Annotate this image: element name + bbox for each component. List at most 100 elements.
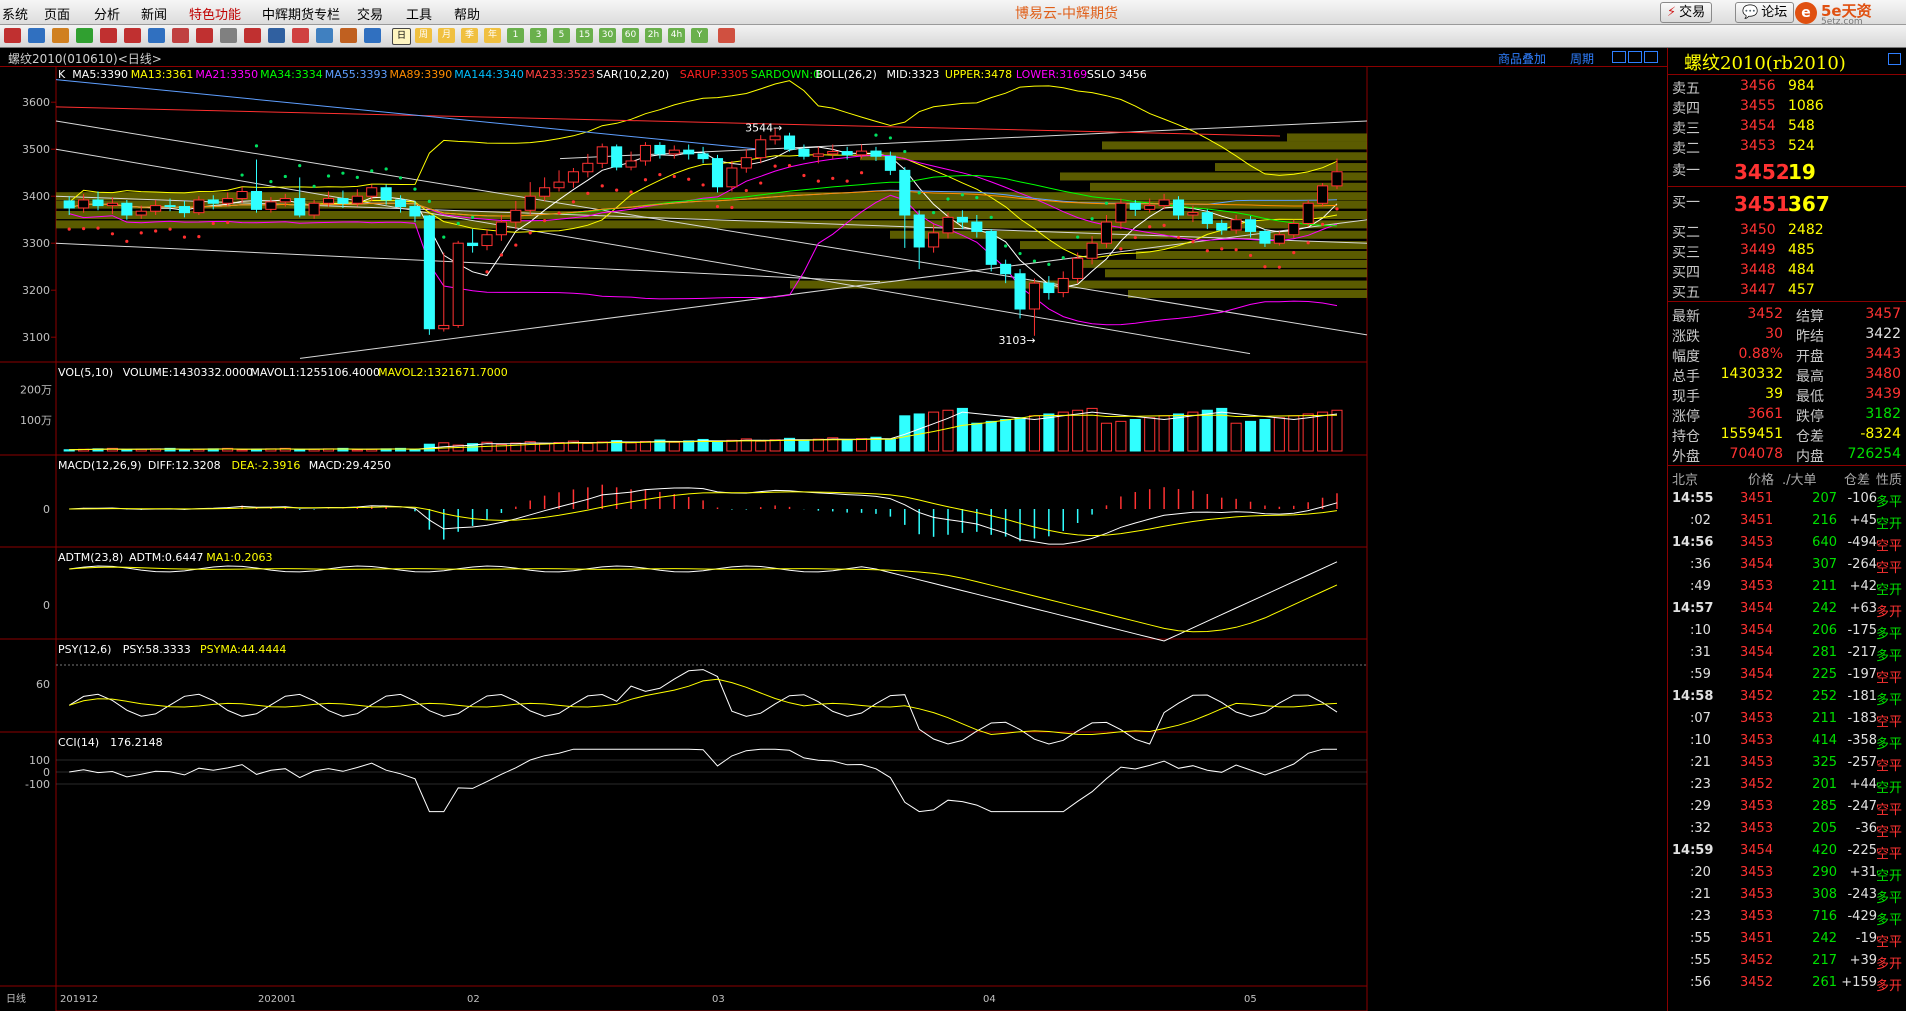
sar-dot	[557, 211, 561, 215]
sar-dot	[1205, 249, 1209, 253]
period-button-5[interactable]: 1	[507, 28, 524, 43]
period-button-13[interactable]: Y	[691, 28, 708, 43]
volume-bar	[812, 438, 824, 452]
period-button-11[interactable]: 2h	[645, 28, 662, 43]
tool-icon-3[interactable]	[52, 28, 69, 43]
stat-value: 1559451	[1720, 426, 1783, 442]
sar-dot	[197, 235, 201, 239]
menu-news[interactable]: 新闻	[141, 4, 167, 23]
period-link[interactable]: 周期	[1570, 50, 1594, 67]
period-button-12[interactable]: 4h	[668, 28, 685, 43]
psy-tick-label: 60	[36, 678, 50, 691]
indicator-label: 176.2148	[110, 736, 163, 749]
sar-dot	[1076, 235, 1080, 239]
sar-dot	[413, 187, 417, 191]
tool-icon-8[interactable]	[172, 28, 189, 43]
tool-icon-11[interactable]	[244, 28, 261, 43]
menu-help[interactable]: 帮助	[454, 4, 480, 23]
tool-icon-15[interactable]	[340, 28, 357, 43]
maximize-icon[interactable]	[1644, 51, 1658, 63]
volume-bar	[1000, 419, 1012, 452]
tool-icon-9[interactable]	[196, 28, 213, 43]
candle-body	[524, 195, 536, 211]
sar-dot	[398, 176, 403, 180]
menu-tools[interactable]: 工具	[406, 4, 432, 23]
tick-p: 3452	[1740, 953, 1774, 968]
overlay-link[interactable]: 商品叠加	[1498, 50, 1546, 67]
ask1-price: 3452	[1734, 160, 1790, 184]
period-button-9[interactable]: 30	[599, 28, 616, 43]
period-button-8[interactable]: 15	[576, 28, 593, 43]
indicator-label: MA55:3393	[325, 68, 388, 81]
tick-v: 217	[1812, 953, 1837, 968]
sar-dot	[859, 171, 864, 175]
period-button-0[interactable]: 日	[392, 28, 411, 45]
sar-dot	[989, 215, 993, 219]
menu-trade[interactable]: 交易	[357, 4, 383, 23]
sar-dot	[355, 175, 359, 179]
menu-features[interactable]: 特色功能	[189, 4, 241, 23]
tool-icon-16[interactable]	[364, 28, 381, 43]
sar-dot	[672, 174, 676, 179]
tick-oi: -264	[1847, 557, 1877, 572]
tool-icon-6[interactable]	[124, 28, 141, 43]
candle-body	[1043, 282, 1055, 294]
sar-dot	[1335, 207, 1339, 211]
tool-icon-4[interactable]	[76, 28, 93, 43]
period-button-7[interactable]: 5	[553, 28, 570, 43]
sar-dot	[615, 188, 619, 192]
grid-icon[interactable]	[718, 28, 735, 43]
sar-dot	[312, 184, 316, 188]
tool-icon-7[interactable]	[148, 28, 165, 43]
tick-p: 3454	[1740, 557, 1774, 572]
tick-ty: 多平	[1876, 737, 1903, 752]
split-icon[interactable]	[1628, 51, 1642, 63]
bid-price: 3449	[1740, 242, 1776, 258]
volume-bar	[956, 407, 968, 452]
candle-body	[467, 242, 479, 247]
tick-ty: 多平	[1876, 627, 1903, 642]
indicator-label: MAVOL2:1321671.7000	[378, 366, 508, 379]
menu-system[interactable]: 系统	[2, 4, 28, 23]
sar-dot	[917, 191, 921, 195]
period-button-1[interactable]: 周	[415, 28, 432, 43]
forum-button[interactable]: 💬 论坛	[1735, 2, 1795, 23]
tool-icon-2[interactable]	[28, 28, 45, 43]
tick-oi: -183	[1847, 711, 1877, 726]
panel-toggle-icon[interactable]	[1888, 53, 1901, 65]
stat-label: 跌停	[1796, 409, 1824, 425]
restore-icon[interactable]	[1612, 51, 1626, 63]
volume-bar	[351, 449, 363, 452]
candle-body	[827, 151, 839, 155]
tool-icon-10[interactable]	[220, 28, 237, 43]
menu-page[interactable]: 页面	[44, 4, 70, 23]
menu-analysis[interactable]: 分析	[94, 4, 120, 23]
tool-icon-12[interactable]	[268, 28, 285, 43]
tool-icon-13[interactable]	[292, 28, 309, 43]
profile-band	[56, 211, 1367, 219]
volume-bar	[1129, 419, 1141, 452]
tick-oi: -217	[1847, 645, 1877, 660]
volume-bar	[769, 439, 781, 452]
tick-ty: 空平	[1876, 715, 1903, 730]
period-button-3[interactable]: 季	[461, 28, 478, 43]
period-button-10[interactable]: 60	[622, 28, 639, 43]
volume-bar	[1245, 420, 1257, 452]
sar-dot	[802, 173, 806, 178]
tool-icon-1[interactable]	[4, 28, 21, 43]
kline-chart[interactable]: 3600 3500 3400 3300 3200 3100 3544→ 3103→ K MA5:3…	[0, 66, 1667, 1011]
period-button-6[interactable]: 3	[530, 28, 547, 43]
candle-body	[668, 149, 680, 155]
tick-t: :10	[1690, 733, 1711, 748]
candle-body	[322, 198, 335, 204]
period-button-4[interactable]: 年	[484, 28, 501, 43]
tool-icon-5[interactable]	[100, 28, 117, 43]
sar-dot	[326, 174, 331, 178]
period-button-2[interactable]: 月	[438, 28, 455, 43]
menu-broker-column[interactable]: 中辉期货专栏	[262, 4, 340, 23]
trade-button[interactable]: ⚡ 交易	[1660, 2, 1713, 23]
tool-icon-14[interactable]	[316, 28, 333, 43]
volume-bar	[985, 420, 997, 452]
tick-row: :36 3454 307 -264 空平	[1668, 554, 1906, 576]
indicator-label: K	[58, 68, 66, 81]
